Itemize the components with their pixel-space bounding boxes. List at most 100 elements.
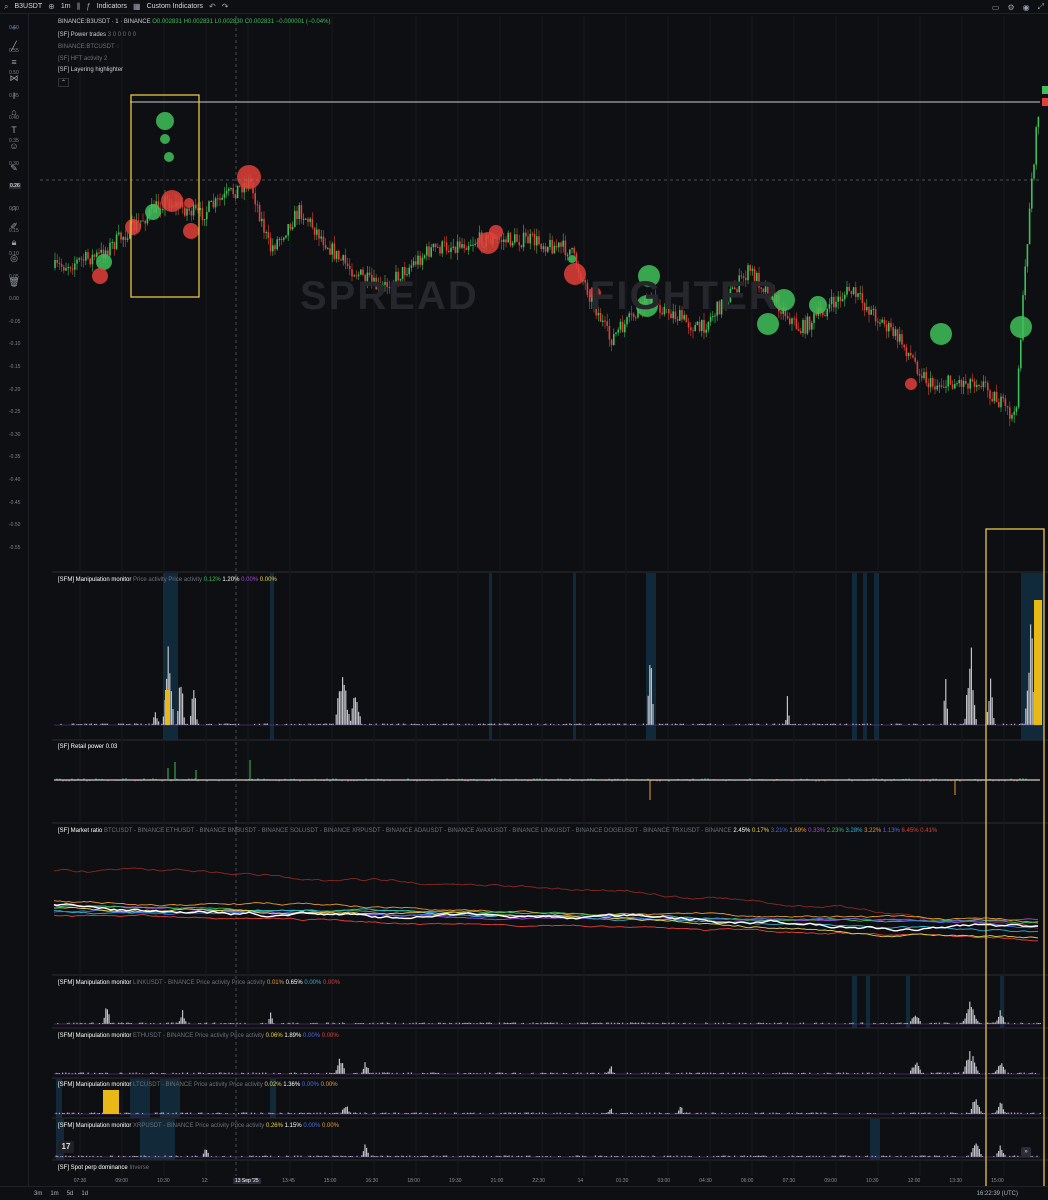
x-tick-label: 06:00 <box>740 1178 754 1184</box>
histogram-bar <box>1004 1069 1006 1074</box>
candle-body <box>835 301 837 308</box>
candle-body <box>71 268 74 270</box>
candle-body <box>313 227 316 235</box>
indicator-hft-activity[interactable]: [SF] HFT activity 2 <box>58 56 107 62</box>
candle-body <box>195 204 197 209</box>
x-tick-label: 13:45 <box>282 1178 295 1184</box>
histogram-bar <box>180 686 182 725</box>
candle-body <box>802 319 804 334</box>
y-tick-label: 0.60 <box>9 25 19 31</box>
candle-body <box>947 375 949 387</box>
histogram-bar <box>353 698 355 725</box>
candle-body <box>111 242 113 244</box>
candle-body <box>89 258 91 265</box>
histogram-bar <box>367 1067 369 1074</box>
panel-market-ratio-legend[interactable]: [SF] Market ratio BTCUSDT - BINANCE ETHU… <box>58 828 937 834</box>
panel-value: 0.06% <box>265 1033 283 1039</box>
histogram-bar <box>154 712 156 725</box>
histogram-bar <box>1002 1152 1004 1157</box>
candle-body <box>454 246 457 253</box>
panel-manip-main-legend[interactable]: [SFM] Manipulation monitor Price activit… <box>58 577 277 583</box>
candle-body <box>423 255 426 258</box>
panel-sub: Inverse <box>129 1165 150 1171</box>
histogram-bar <box>607 1071 609 1074</box>
candle-body <box>443 241 446 243</box>
candle-body <box>549 239 551 248</box>
main-title[interactable]: BINANCE:B3USDT · 1 · BINANCE <box>58 19 151 25</box>
candle-body <box>294 210 296 228</box>
eye-hidden-icon[interactable]: ◌ <box>116 44 120 50</box>
candle-body <box>965 380 967 384</box>
ratio-line-green <box>53 904 1039 924</box>
histogram-bar <box>153 717 155 725</box>
y-tick-label: -0.50 <box>9 522 21 529</box>
indicator-power-trades[interactable]: [SF] Power trades 3 0 0 0 0 0 <box>58 32 136 38</box>
candle-body <box>98 252 100 254</box>
panel-value: 0.26% <box>265 1123 283 1129</box>
x-tick-label: 14 <box>577 1178 584 1184</box>
candle-body <box>236 185 239 199</box>
candle-body <box>967 383 969 389</box>
histogram-bar <box>969 668 971 725</box>
x-tick-label: 01:30 <box>615 1178 629 1184</box>
histogram-bar <box>986 711 988 725</box>
candle-body <box>943 386 945 388</box>
candle-body <box>621 321 624 333</box>
panel-manip-xrp-legend[interactable]: [SFM] Manipulation monitor XRPUSDT - BIN… <box>58 1123 339 1129</box>
panel-manip-eth-legend[interactable]: [SFM] Manipulation monitor ETHUSDT - BIN… <box>58 1033 339 1039</box>
candle-body <box>696 321 699 326</box>
collapse-legend-button[interactable]: ⌃ <box>58 78 70 87</box>
histogram-bar <box>913 1017 915 1024</box>
range-3m[interactable]: 3m <box>34 1191 42 1197</box>
histogram-bar <box>918 1066 920 1074</box>
indicator-btcusdt[interactable]: BINANCE:BTCUSDT ◌ <box>58 44 120 50</box>
candle-body <box>74 263 76 270</box>
ratio-value: 2.23% <box>826 828 844 834</box>
utc-clock[interactable]: 16:22:39 (UTC) <box>977 1191 1018 1197</box>
candle-body <box>511 242 514 246</box>
y-tick-label: 0.10 <box>9 251 19 257</box>
candle-body <box>971 379 974 382</box>
panel-manip-ltc-legend[interactable]: [SFM] Manipulation monitor LTCUSDT - BIN… <box>58 1082 338 1088</box>
indicator-value: 3 0 0 0 0 0 <box>107 32 137 38</box>
activity-band <box>870 1119 880 1160</box>
candle-body <box>701 319 703 331</box>
y-tick-label: 0.20 <box>9 205 19 212</box>
panel-value: 1.89% <box>284 1033 302 1039</box>
candle-body <box>956 383 958 385</box>
histogram-bar <box>358 711 360 725</box>
candle-body <box>219 198 221 200</box>
x-tick-label: 03:00 <box>657 1178 671 1184</box>
candle-body <box>885 324 888 332</box>
histogram-bar <box>652 704 654 725</box>
candle-body <box>349 265 351 270</box>
candle-body <box>940 385 943 387</box>
histogram-bar <box>1001 1149 1003 1157</box>
range-1d[interactable]: 1d <box>81 1191 88 1197</box>
y-tick-label: 0.05 <box>9 273 19 280</box>
panel-manip-link-legend[interactable]: [SFM] Manipulation monitor LINKUSDT - BI… <box>58 980 340 986</box>
candle-body <box>500 240 503 242</box>
histogram-bar <box>914 1064 916 1074</box>
candle-body <box>203 219 206 221</box>
histogram-bar <box>170 691 172 725</box>
candle-body <box>1009 407 1011 419</box>
indicator-label: [SF] Layering highlighter <box>58 67 124 73</box>
candle-body <box>1015 407 1018 412</box>
panel-spot-perp-legend[interactable]: [SF] Spot perp dominance Inverse <box>58 1165 149 1171</box>
indicator-layering[interactable]: [SF] Layering highlighter <box>58 67 123 73</box>
scroll-to-realtime-button[interactable]: » <box>1021 1147 1031 1157</box>
panel-retail-legend[interactable]: [SF] Retail power 0.03 <box>58 744 117 750</box>
candle-body <box>419 255 421 265</box>
range-1m[interactable]: 1m <box>50 1191 58 1197</box>
chart-canvas[interactable] <box>0 0 1048 1200</box>
range-5d[interactable]: 5d <box>67 1191 74 1197</box>
histogram-bar <box>348 1111 350 1114</box>
sell-bubble <box>184 198 194 208</box>
histogram-bar <box>996 1110 998 1114</box>
histogram-bar <box>966 1060 968 1074</box>
candle-body <box>844 294 846 300</box>
candle-body <box>531 233 534 235</box>
watermark-fighter: FIGHTER <box>590 274 780 318</box>
candle-body <box>1000 396 1002 408</box>
